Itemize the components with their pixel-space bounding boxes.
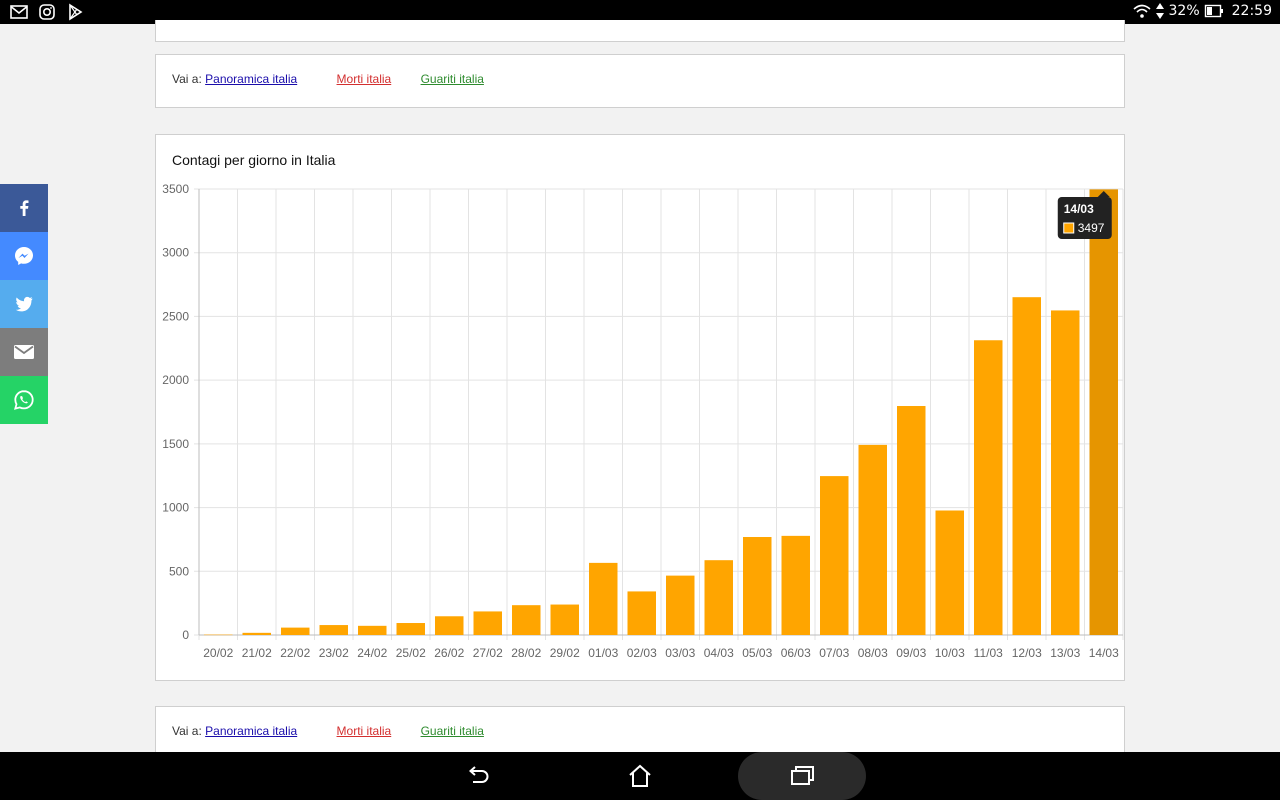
deaths-link[interactable]: Morti italia xyxy=(337,724,392,738)
messenger-icon xyxy=(15,247,33,265)
y-tick-label: 1000 xyxy=(162,501,189,515)
x-tick-label: 04/03 xyxy=(704,646,734,660)
overview-link[interactable]: Panoramica italia xyxy=(205,72,297,86)
nav-links-row: Vai a: Panoramica italia Morti italia Gu… xyxy=(172,72,484,86)
x-tick-label: 26/02 xyxy=(434,646,464,660)
battery-percent: 32% xyxy=(1168,3,1200,19)
x-tick-label: 05/03 xyxy=(742,646,772,660)
recents-button[interactable] xyxy=(762,752,842,800)
y-tick-label: 2000 xyxy=(162,373,189,387)
bar[interactable] xyxy=(204,634,233,636)
tooltip-value: 3497 xyxy=(1078,221,1105,235)
bar[interactable] xyxy=(358,625,387,635)
bar[interactable] xyxy=(319,625,348,635)
email-share-button[interactable] xyxy=(0,328,48,376)
data-transfer-icon xyxy=(1155,3,1164,19)
bar[interactable] xyxy=(935,510,964,635)
bar[interactable] xyxy=(473,611,502,635)
x-tick-label: 03/03 xyxy=(665,646,695,660)
x-tick-label: 11/03 xyxy=(974,646,1003,660)
x-tick-label: 24/02 xyxy=(357,646,387,660)
home-button[interactable] xyxy=(600,752,680,800)
bar[interactable] xyxy=(281,627,310,635)
x-tick-label: 22/02 xyxy=(280,646,310,660)
x-tick-label: 20/02 xyxy=(203,646,233,660)
tooltip-swatch xyxy=(1063,222,1075,234)
daily-cases-chart[interactable]: 0 500 1000 1500 2000 2500 3000 3500 20/02 21/02 22… xyxy=(156,135,1126,682)
tooltip-category: 14/03 xyxy=(1064,202,1094,216)
messenger-share-button[interactable] xyxy=(0,232,48,280)
facebook-icon xyxy=(20,200,29,216)
nav-prefix: Vai a: xyxy=(172,724,202,738)
whatsapp-share-button[interactable] xyxy=(0,376,48,424)
recovered-link[interactable]: Guariti italia xyxy=(421,72,484,86)
bar[interactable] xyxy=(550,604,579,635)
x-tick-label: 08/03 xyxy=(858,646,888,660)
x-tick-label: 28/02 xyxy=(511,646,541,660)
bar[interactable] xyxy=(897,406,926,635)
bar[interactable] xyxy=(242,632,271,635)
bar[interactable] xyxy=(781,535,810,635)
y-tick-label: 1500 xyxy=(162,437,189,451)
overview-link[interactable]: Panoramica italia xyxy=(205,724,297,738)
bar[interactable] xyxy=(1012,297,1041,635)
x-tick-label: 25/02 xyxy=(396,646,426,660)
bar[interactable] xyxy=(666,575,695,635)
play-store-icon xyxy=(69,3,83,21)
bar[interactable] xyxy=(589,562,618,635)
x-tick-label: 27/02 xyxy=(473,646,503,660)
x-tick-label: 09/03 xyxy=(896,646,926,660)
bar[interactable] xyxy=(743,537,772,635)
previous-card-edge xyxy=(155,20,1125,42)
bar[interactable] xyxy=(974,340,1003,635)
y-tick-label: 3500 xyxy=(162,182,189,196)
y-tick-label: 3000 xyxy=(162,246,189,260)
nav-prefix: Vai a: xyxy=(172,72,202,86)
bar[interactable] xyxy=(820,476,849,635)
deaths-link[interactable]: Morti italia xyxy=(337,72,392,86)
x-tick-label: 06/03 xyxy=(781,646,811,660)
instagram-icon xyxy=(39,4,55,20)
x-tick-label: 21/02 xyxy=(242,646,272,660)
email-icon xyxy=(14,345,34,359)
bar[interactable] xyxy=(704,560,733,635)
bar[interactable] xyxy=(512,605,541,635)
x-tick-label: 29/02 xyxy=(550,646,580,660)
y-tick-label: 500 xyxy=(169,564,189,578)
y-tick-label: 2500 xyxy=(162,309,189,323)
x-tick-label: 02/03 xyxy=(627,646,657,660)
home-icon xyxy=(629,764,651,787)
nav-links-card-top: Vai a: Panoramica italia Morti italia Gu… xyxy=(155,54,1125,108)
clock: 22:59 xyxy=(1231,3,1272,19)
x-tick-label: 01/03 xyxy=(588,646,618,660)
wifi-icon xyxy=(1132,4,1151,18)
x-tick-label: 23/02 xyxy=(319,646,349,660)
whatsapp-icon xyxy=(14,390,34,410)
twitter-icon xyxy=(15,296,33,312)
back-icon xyxy=(468,766,489,783)
battery-icon xyxy=(1204,4,1223,18)
facebook-share-button[interactable] xyxy=(0,184,48,232)
x-tick-label: 12/03 xyxy=(1012,646,1042,660)
x-tick-label: 13/03 xyxy=(1050,646,1080,660)
recents-icon xyxy=(791,766,814,785)
bar[interactable] xyxy=(435,616,464,635)
back-button[interactable] xyxy=(438,752,518,800)
bar[interactable] xyxy=(858,444,887,635)
bar[interactable] xyxy=(627,591,656,635)
bar[interactable] xyxy=(1051,310,1080,635)
twitter-share-button[interactable] xyxy=(0,280,48,328)
chart-card: Contagi per giorno in Italia 0 500 1000 150… xyxy=(155,134,1125,681)
bar[interactable] xyxy=(396,623,425,635)
x-tick-label: 07/03 xyxy=(819,646,849,660)
nav-links-row-bottom: Vai a: Panoramica italia Morti italia Gu… xyxy=(172,724,484,738)
recovered-link[interactable]: Guariti italia xyxy=(421,724,484,738)
y-tick-label: 0 xyxy=(182,628,189,642)
bar[interactable] xyxy=(1089,189,1118,635)
x-tick-label: 14/03 xyxy=(1089,646,1119,660)
gmail-icon xyxy=(10,5,28,19)
x-tick-label: 10/03 xyxy=(935,646,965,660)
